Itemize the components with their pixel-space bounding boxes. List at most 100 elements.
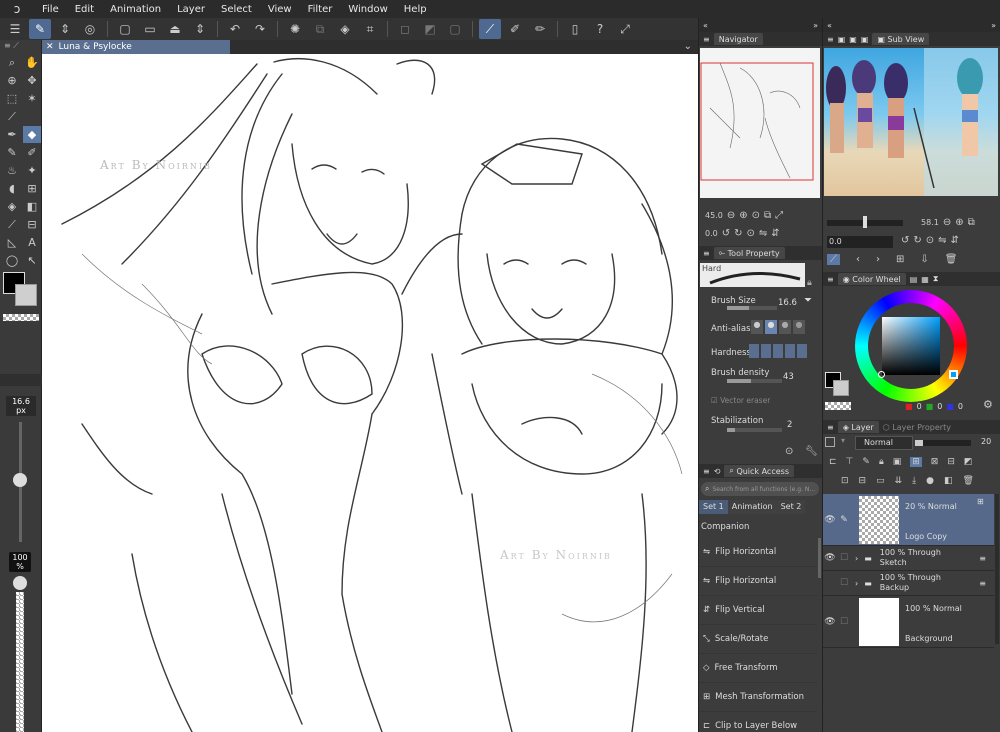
qa-scale-rotate[interactable]: ⤡ Scale/Rotate [699,625,817,654]
subview-flip-h-icon[interactable]: ⇋ [938,235,946,246]
blend-mode-select[interactable]: Normal [855,436,913,450]
collapse-right-icon[interactable]: » [813,21,818,30]
open-folder-icon[interactable]: ▭ [139,19,161,39]
brush-preset-preview[interactable]: Hard [700,263,805,287]
fullscreen-icon[interactable]: ⤢ [614,19,636,39]
brush-size-bar[interactable] [727,306,777,310]
folder-expand-icon[interactable]: › [855,554,858,563]
loading-icon[interactable]: ✺ [284,19,306,39]
zoom-in-icon[interactable]: ⊕ [739,210,747,221]
hardness-option-4[interactable] [785,344,795,358]
hardness-option-3[interactable] [773,344,783,358]
color-picker-cursor[interactable] [878,371,885,378]
collapse-right-icon-2[interactable]: » [991,21,996,30]
set-tab-1[interactable]: Set 1 [699,500,728,514]
menu-filter[interactable]: Filter [300,4,341,15]
qa-free-transform[interactable]: ◇ Free Transform [699,654,817,683]
panel-menu-icon-4[interactable]: ≡ [827,35,834,44]
layer-checkbox[interactable]: ☐ [837,553,851,563]
subview-rotation-field[interactable]: 0.0 [827,236,893,248]
updown-arrows-icon[interactable]: ⇕ [54,19,76,39]
saturation-value-square[interactable] [882,317,940,375]
rotate-left-icon[interactable]: ↺ [722,228,730,239]
spiral-icon[interactable]: ◎ [79,19,101,39]
stabilization-bar[interactable] [727,428,782,432]
aa-strong-option[interactable]: ● [793,320,805,334]
qa-clip-to-layer-below[interactable]: ⊏ Clip to Layer Below [699,712,817,732]
decoration-icon[interactable]: ✦ [23,162,41,179]
transform-icon[interactable]: ⧉ [309,19,331,39]
new-vector-layer-icon[interactable]: ⊟ [859,476,867,486]
brush-icon[interactable]: ✐ [504,19,526,39]
blend-tool-icon[interactable]: ⊞ [23,180,41,197]
lock-icon[interactable]: 🔒︎ [807,278,812,288]
visibility-eye-icon-2[interactable]: 👁︎ [823,553,837,563]
mask-show-icon[interactable]: ⊠ [931,457,939,467]
new-folder-icon[interactable]: ▭ [876,476,885,486]
subview-fit-icon[interactable]: ⧉ [968,217,975,228]
app-logo-icon[interactable]: ↄ [0,2,34,16]
device-icon[interactable]: ▯ [564,19,586,39]
airbrush-icon[interactable]: ♨ [3,162,21,179]
tool-property-tab[interactable]: ⟜ Tool Property [713,247,785,259]
menu-file[interactable]: File [34,4,67,15]
panel-menu-icon-5[interactable]: ≡ [827,275,834,284]
rotate-right-icon[interactable]: ↻ [734,228,742,239]
subview-tab-icon-3[interactable]: ▣ [861,35,869,44]
layer-row-sketch[interactable]: 👁︎ ☐ › ▬ 100 % Through Sketch ≡ [823,546,994,571]
panel-menu-icon[interactable]: ≡ [703,35,710,44]
subview-zoom-in-icon[interactable]: ⊕ [955,217,963,228]
subview-rotate-right-icon[interactable]: ↻ [913,235,921,246]
transparent-color-swatch[interactable] [3,314,39,321]
background-color-swatch[interactable] [15,284,37,306]
qa-mesh-transformation[interactable]: ⊞ Mesh Transformation [699,683,817,712]
navigator-tab[interactable]: Navigator [713,33,763,45]
subview-tab-icon-2[interactable]: ▣ [849,35,857,44]
subview-grid-icon[interactable]: ⊞ [896,254,904,265]
hardness-option-2[interactable] [761,344,771,358]
drawing-canvas[interactable]: Art By Noirnib Art By Noirnib [42,54,698,732]
panel-menu-icon-6[interactable]: ≡ [827,423,834,432]
delete-layer-icon[interactable]: 🗑︎ [963,476,974,486]
rotate-reset-icon[interactable]: ⊙ [747,228,755,239]
undo-icon[interactable]: ↶ [224,19,246,39]
new-raster-layer-icon[interactable]: ⊡ [841,476,849,486]
opacity-slider-thumb[interactable] [13,576,27,590]
collapse-left-icon[interactable]: « [703,21,708,30]
quick-access-search[interactable]: ⌕ Search from all functions (e.g. N... [701,482,819,496]
blend-mode-expand-icon[interactable]: ▾ [827,436,845,445]
text-icon[interactable]: A [23,234,41,251]
layer-opacity-slider[interactable] [915,440,971,446]
qa-flip-vertical[interactable]: ⇵ Flip Vertical [699,596,817,625]
brush-density-bar[interactable] [727,379,782,383]
menu-select[interactable]: Select [213,4,260,15]
edit-pen-icon[interactable]: ✎ [29,19,51,39]
color-wheel-tab[interactable]: ◉ Color Wheel [837,273,906,285]
subview-rotate-left-icon[interactable]: ↺ [901,235,909,246]
menu-window[interactable]: Window [340,4,395,15]
figure-icon[interactable]: ⟋ [3,216,21,233]
aa-medium-option[interactable]: ● [779,320,791,334]
hand-icon[interactable]: ✋ [23,54,41,71]
opacity-slider-track[interactable] [16,592,24,732]
zoom-out-icon[interactable]: ⊖ [727,210,735,221]
crop-icon[interactable]: ⌗ [359,19,381,39]
balloon-icon[interactable]: ◯ [3,252,21,269]
subview-import-icon[interactable]: ⇩ [920,254,928,265]
help-icon[interactable]: ? [589,19,611,39]
mask-enable-icon[interactable]: ⊞ [910,457,922,467]
save-icon[interactable]: ⏏ [164,19,186,39]
subview-tab[interactable]: ▣ Sub View [872,33,930,45]
expand-icon[interactable]: ⤢ [775,210,783,221]
qa-flip-horizontal-2[interactable]: ⇋ Flip Horizontal [699,567,817,596]
fill-tool-icon[interactable]: ◈ [3,198,21,215]
document-tab[interactable]: ✕ Luna & Psylocke [42,40,230,54]
set-tab-2[interactable]: Set 2 [776,500,806,514]
lock-layer-icon[interactable]: 🔒︎ [879,457,884,467]
layer-property-tab[interactable]: ⬡ Layer Property [883,423,951,432]
blend-icon[interactable]: ◖ [3,180,21,197]
tool-wrench-icon[interactable]: 🔧︎ [805,446,818,457]
clip-layer-icon[interactable]: ⊏ [829,457,837,467]
tab-dropdown-icon[interactable]: ⌄ [684,41,692,52]
collapse-left-icon-2[interactable]: « [827,21,832,30]
